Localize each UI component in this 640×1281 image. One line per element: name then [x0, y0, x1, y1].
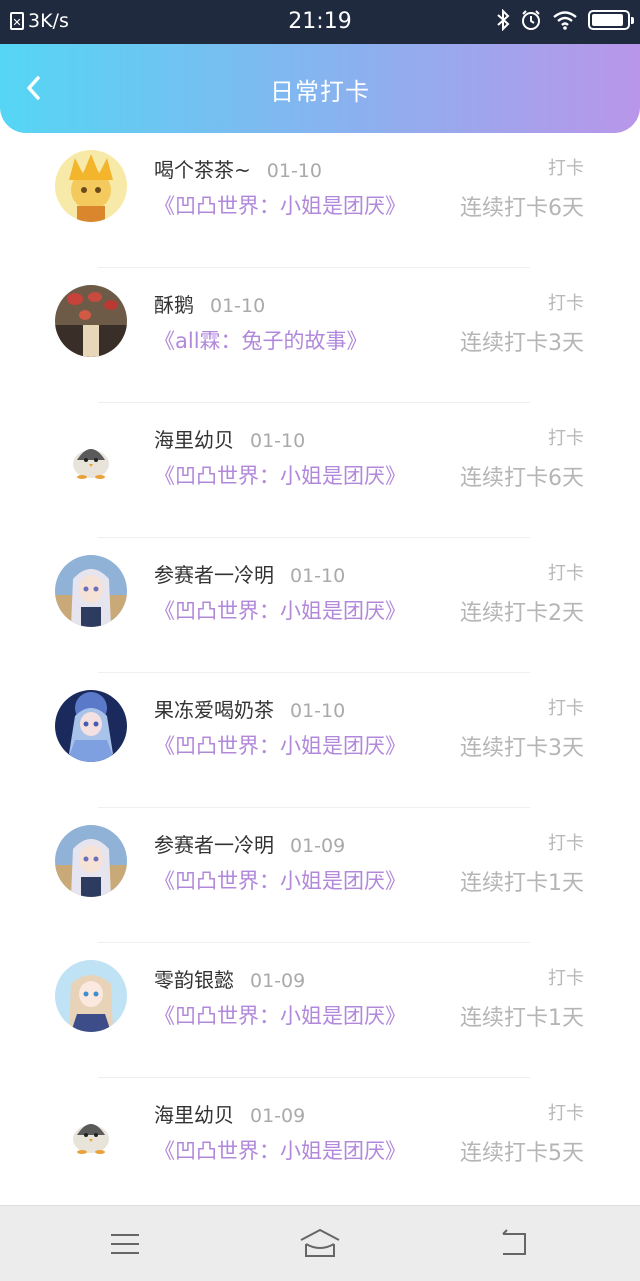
user-name-text[interactable]: 果冻爱喝奶茶 [154, 698, 274, 722]
checkin-label: 打卡 [548, 833, 584, 854]
streak-text: 连续打卡6天 [460, 466, 584, 491]
checkin-label: 打卡 [548, 293, 584, 314]
status-bar: ✕ 3K/s 21:19 [0, 0, 640, 44]
avatar[interactable] [55, 420, 127, 492]
streak-text: 连续打卡3天 [460, 331, 584, 356]
avatar[interactable] [55, 285, 127, 357]
book-title-link[interactable]: 《凹凸世界：小姐是团厌》 [154, 865, 406, 895]
avatar[interactable] [55, 555, 127, 627]
avatar[interactable] [55, 150, 127, 222]
user-name-text[interactable]: 酥鹅 [154, 293, 194, 317]
checkin-date: 01-10 [266, 160, 322, 182]
checkin-label: 打卡 [548, 158, 584, 179]
checkin-list[interactable]: 喝个茶茶~ 01-10 打卡 《凹凸世界：小姐是团厌》 连续打卡6天 酥鹅 01-10 打卡《… [0, 133, 640, 1205]
user-name: 酥鹅 01-10 [154, 289, 265, 318]
avatar[interactable] [55, 690, 127, 762]
book-title-link[interactable]: 《凹凸世界：小姐是团厌》 [154, 595, 406, 625]
page-title: 日常打卡 [270, 78, 370, 106]
user-name-text[interactable]: 海里幼贝 [154, 428, 234, 452]
book-title-link[interactable]: 《凹凸世界：小姐是团厌》 [154, 1135, 406, 1165]
menu-icon[interactable] [107, 1226, 143, 1262]
checkin-label: 打卡 [548, 428, 584, 449]
bluetooth-icon [497, 9, 510, 31]
list-item[interactable]: 参赛者一冷明 01-10 打卡《凹凸世界：小姐是团厌》 连续打卡2天 [0, 538, 640, 673]
book-title-link[interactable]: 《凹凸世界：小姐是团厌》 [154, 460, 406, 490]
streak-text: 连续打卡2天 [460, 601, 584, 626]
system-nav-bar [0, 1205, 640, 1281]
streak-text: 连续打卡1天 [460, 871, 584, 896]
streak-text: 连续打卡3天 [460, 736, 584, 761]
user-name-text[interactable]: 参赛者一冷明 [154, 563, 274, 587]
user-name: 参赛者一冷明 01-09 [154, 829, 345, 858]
checkin-label: 打卡 [548, 968, 584, 989]
list-item[interactable]: 酥鹅 01-10 打卡《all霖：兔子的故事》 连续打卡3天 [0, 268, 640, 403]
list-item[interactable]: 果冻爱喝奶茶 01-10 打卡《凹凸世界：小姐是团厌》 连续打卡3天 [0, 673, 640, 808]
user-name-text[interactable]: 海里幼贝 [154, 1103, 234, 1127]
avatar[interactable] [55, 825, 127, 897]
user-name: 果冻爱喝奶茶 01-10 [154, 694, 345, 723]
streak-text: 连续打卡5天 [460, 1141, 584, 1166]
book-title-link[interactable]: 《凹凸世界：小姐是团厌》 [154, 730, 406, 760]
home-icon[interactable] [298, 1226, 342, 1262]
alarm-icon [522, 10, 540, 30]
book-title-link[interactable]: 《凹凸世界：小姐是团厌》 [154, 190, 406, 220]
streak-text: 连续打卡1天 [460, 1006, 584, 1031]
checkin-date: 01-09 [250, 970, 306, 992]
user-name-text[interactable]: 零韵银懿 [154, 968, 234, 992]
list-item[interactable]: 参赛者一冷明 01-09 打卡《凹凸世界：小姐是团厌》 连续打卡1天 [0, 808, 640, 943]
checkin-date: 01-09 [290, 835, 346, 857]
battery-icon [588, 10, 634, 30]
streak-text: 连续打卡6天 [460, 196, 584, 221]
checkin-date: 01-10 [210, 295, 266, 317]
checkin-label: 打卡 [548, 1103, 584, 1124]
book-title-link[interactable]: 《all霖：兔子的故事》 [154, 325, 368, 355]
avatar[interactable] [55, 1095, 127, 1167]
checkin-date: 01-10 [250, 430, 306, 452]
user-name-text[interactable]: 参赛者一冷明 [154, 833, 274, 857]
list-item[interactable]: 喝个茶茶~ 01-10 打卡《凹凸世界：小姐是团厌》 连续打卡6天 [0, 133, 640, 268]
back-icon[interactable] [497, 1226, 533, 1262]
checkin-label: 打卡 [548, 563, 584, 584]
checkin-date: 01-09 [250, 1105, 306, 1127]
list-item[interactable]: 海里幼贝 01-09 打卡《凹凸世界：小姐是团厌》 连续打卡5天 [0, 1078, 640, 1205]
list-item[interactable]: 零韵银懿 01-09 打卡《凹凸世界：小姐是团厌》 连续打卡1天 [0, 943, 640, 1078]
wifi-icon [553, 11, 577, 30]
checkin-date: 01-10 [290, 565, 346, 587]
checkin-label: 打卡 [548, 698, 584, 719]
user-name: 喝个茶茶~ 01-10 [154, 154, 322, 183]
header-bar: 日常打卡 [0, 44, 640, 133]
avatar[interactable] [55, 960, 127, 1032]
book-title-link[interactable]: 《凹凸世界：小姐是团厌》 [154, 1000, 406, 1030]
list-item[interactable]: 海里幼贝 01-10 打卡《凹凸世界：小姐是团厌》 连续打卡6天 [0, 403, 640, 538]
user-name-text[interactable]: 喝个茶茶~ [154, 158, 251, 182]
user-name: 零韵银懿 01-09 [154, 964, 305, 993]
user-name: 海里幼贝 01-09 [154, 1099, 305, 1128]
checkin-date: 01-10 [290, 700, 346, 722]
user-name: 海里幼贝 01-10 [154, 424, 305, 453]
user-name: 参赛者一冷明 01-10 [154, 559, 345, 588]
